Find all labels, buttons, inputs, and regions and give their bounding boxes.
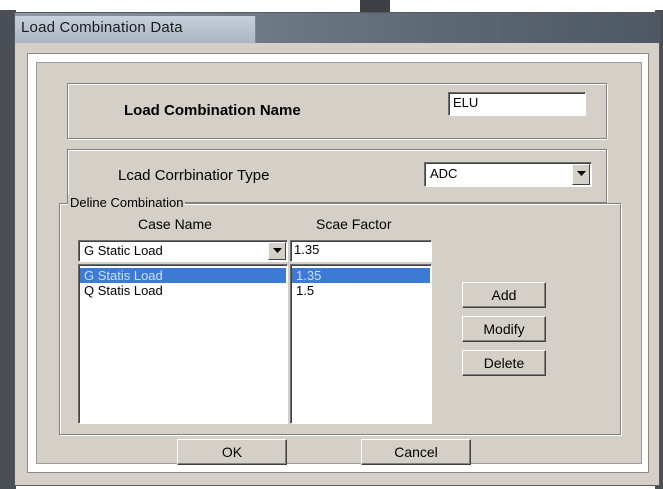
desktop-strip: [0, 0, 663, 10]
combination-type-value: ADC: [430, 166, 458, 181]
scale-factor-list[interactable]: 1.35 1.5: [290, 264, 432, 424]
case-name-value: G Static Load: [84, 243, 163, 258]
dialog-body: Load Combination Name ELU Lcad Corrbinat…: [27, 53, 649, 473]
scale-factor-header: Scae Factor: [316, 216, 392, 232]
chevron-down-icon: [273, 248, 282, 253]
define-combination-group: Deline Combination Case Name Scae Factor…: [59, 195, 621, 435]
list-item[interactable]: G Statis Load: [80, 268, 286, 283]
combination-name-group: Load Combination Name ELU: [67, 83, 607, 139]
combination-type-dropdown-button[interactable]: [572, 164, 590, 185]
list-item[interactable]: 1.5: [292, 283, 430, 298]
load-combination-dialog: Load Combination Data Load Combination N…: [14, 12, 660, 486]
combination-type-select[interactable]: ADC: [424, 162, 592, 187]
window-title: Load Combination Data: [21, 19, 183, 36]
combination-type-label: Lcad Corrbinatior Type: [118, 167, 270, 184]
list-item[interactable]: 1.35: [292, 268, 430, 283]
dialog-panel: Load Combination Name ELU Lcad Corrbinat…: [36, 62, 642, 465]
case-name-header: Case Name: [138, 216, 212, 232]
combination-name-label: Load Combination Name: [124, 102, 301, 119]
case-name-select[interactable]: G Static Load: [78, 240, 288, 262]
define-combination-legend: Deline Combination: [68, 195, 186, 210]
combination-name-input[interactable]: ELU: [448, 92, 586, 116]
chevron-down-icon: [577, 171, 586, 176]
ok-button[interactable]: OK: [177, 439, 287, 465]
add-button[interactable]: Add: [462, 282, 546, 308]
scale-factor-input[interactable]: 1.35: [290, 240, 432, 262]
modify-button[interactable]: Modify: [462, 316, 546, 342]
case-name-list[interactable]: G Statis Load Q Statis Load: [78, 264, 288, 424]
delete-button[interactable]: Delete: [462, 350, 546, 376]
cancel-button[interactable]: Cancel: [361, 439, 471, 465]
list-item[interactable]: Q Statis Load: [80, 283, 286, 298]
title-bar[interactable]: Load Combination Data: [15, 13, 659, 43]
case-name-dropdown-button[interactable]: [268, 242, 286, 260]
